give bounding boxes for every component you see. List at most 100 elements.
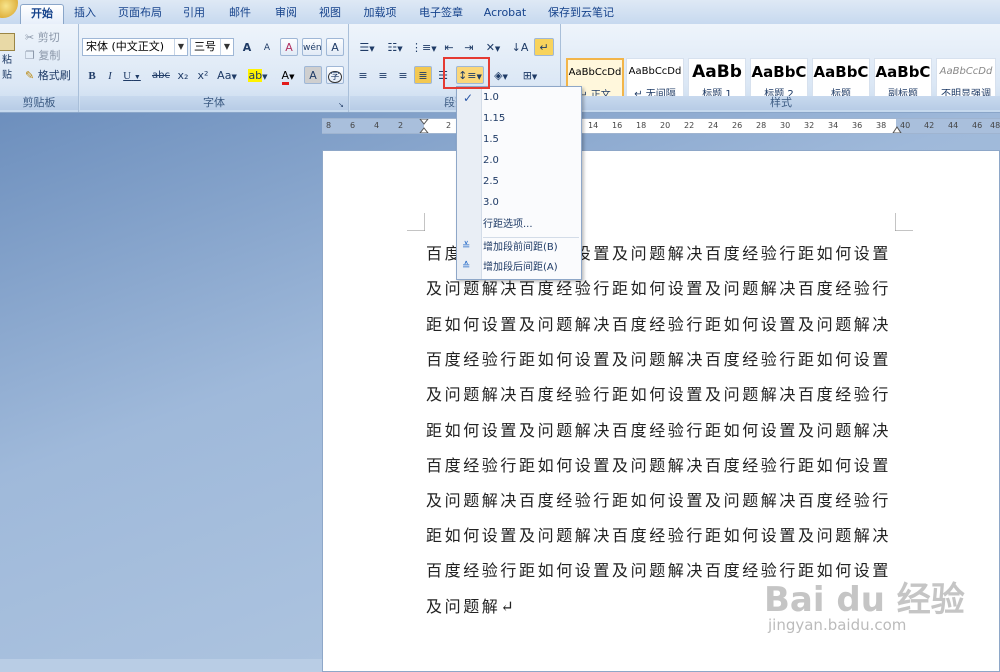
increase-indent-button[interactable]: ⇥	[460, 38, 478, 56]
chevron-down-icon[interactable]: ▼	[231, 73, 236, 81]
char-shading-button[interactable]: A	[304, 66, 322, 84]
tab-mailings[interactable]: 邮件	[222, 4, 258, 24]
format-painter-button[interactable]: ✎ 格式刷	[24, 66, 76, 84]
shrink-font-button[interactable]: A	[258, 38, 276, 56]
chevron-down-icon[interactable]: ▼	[495, 45, 500, 53]
document-line[interactable]: 距如何设置及问题解决百度经验行距如何设置及问题解决	[426, 311, 891, 335]
tab-addins[interactable]: 加载项	[356, 4, 404, 24]
chevron-down-icon[interactable]: ▼	[134, 73, 141, 81]
increase-indent-icon: ⇥	[464, 41, 474, 54]
add-space-before-item[interactable]: 增加段前间距(B)	[483, 238, 579, 258]
copy-button[interactable]: ❐ 复制	[24, 46, 74, 64]
tab-home[interactable]: 开始	[20, 4, 64, 25]
indent-marker-icon[interactable]	[418, 118, 430, 134]
phonetic-guide-button[interactable]: wén	[302, 38, 322, 56]
grow-font-button[interactable]: A	[238, 38, 256, 56]
font-group: 宋体 (中文正文) ▼ 三号 ▼ A A A wén A B I U ▼ abc x…	[80, 24, 349, 112]
style-sample: AaBbCcDd	[628, 66, 682, 77]
decrease-indent-button[interactable]: ⇤	[440, 38, 458, 56]
align-center-button[interactable]: ≡	[374, 66, 392, 84]
document-line[interactable]: 及问题解↵	[426, 593, 516, 617]
ruler-number: 26	[732, 121, 743, 130]
right-indent-marker-icon	[892, 126, 902, 134]
clear-format-button[interactable]: A	[280, 38, 298, 56]
ribbon-tab-bar: 开始 插入 页面布局 引用 邮件 审阅 视图 加载项 电子签章 Acrobat …	[0, 0, 1000, 25]
right-indent-marker-icon[interactable]	[892, 125, 902, 134]
borders-button[interactable]: ⊞▼	[516, 66, 544, 84]
line-spacing-option[interactable]: 1.0	[483, 88, 579, 108]
superscript-icon: x²	[197, 69, 209, 82]
line-spacing-option[interactable]: 2.5	[483, 172, 579, 192]
document-line[interactable]: 及问题解决百度经验行距如何设置及问题解决百度经验行	[426, 381, 891, 405]
horizontal-ruler[interactable]: 8 6 4 2 2 14 16 18 20 22 24 26 28 30 32 …	[322, 118, 1000, 134]
tab-insert[interactable]: 插入	[66, 4, 104, 24]
enclose-char-button[interactable]: 字	[326, 66, 344, 84]
align-left-icon: ≡	[358, 69, 368, 82]
ruler-number: 48	[990, 121, 1000, 130]
tab-view[interactable]: 视图	[312, 4, 348, 24]
subscript-button[interactable]: x₂	[174, 66, 192, 84]
chevron-down-icon[interactable]: ▼	[397, 45, 402, 53]
align-left-button[interactable]: ≡	[354, 66, 372, 84]
strikethrough-button[interactable]: abc	[150, 66, 172, 84]
paste-button[interactable]: 粘贴	[0, 30, 16, 84]
font-name-combo[interactable]: 宋体 (中文正文) ▼	[82, 38, 188, 56]
chevron-down-icon[interactable]: ▼	[262, 73, 267, 81]
border-icon: ⊞	[522, 69, 532, 82]
bullets-button[interactable]: ☰▼	[354, 38, 380, 56]
line-spacing-option[interactable]: 2.0	[483, 151, 579, 171]
style-sample: AaBbC	[875, 63, 931, 81]
chevron-down-icon[interactable]: ▼	[289, 73, 294, 81]
ruler-number: 14	[588, 121, 599, 130]
add-space-after-item[interactable]: 增加段后间距(A)	[483, 258, 579, 278]
chevron-down-icon[interactable]: ▼	[220, 39, 233, 55]
sort-button[interactable]: ↓A	[510, 38, 530, 56]
document-line[interactable]: 及问题解决百度经验行距如何设置及问题解决百度经验行	[426, 487, 891, 511]
document-line[interactable]: 距如何设置及问题解决百度经验行距如何设置及问题解决	[426, 522, 891, 546]
ruler-number: 28	[756, 121, 767, 130]
tab-acrobat[interactable]: Acrobat	[480, 4, 530, 24]
shading-button[interactable]: ◈▼	[488, 66, 514, 84]
justify-button[interactable]: ≣	[414, 66, 432, 84]
show-marks-button[interactable]: ↵	[534, 38, 554, 56]
tab-review[interactable]: 审阅	[268, 4, 304, 24]
font-size-combo[interactable]: 三号 ▼	[190, 38, 234, 56]
font-size-value: 三号	[194, 40, 216, 53]
tab-references[interactable]: 引用	[176, 4, 212, 24]
char-border-button[interactable]: A	[326, 38, 344, 56]
line-spacing-option[interactable]: 1.15	[483, 109, 579, 129]
font-color-button[interactable]: A▼	[276, 66, 300, 85]
char-border-icon: A	[331, 41, 339, 54]
dialog-launcher-icon[interactable]: ↘	[338, 101, 346, 109]
chevron-down-icon[interactable]: ▼	[503, 73, 508, 81]
superscript-button[interactable]: x²	[194, 66, 212, 84]
chevron-down-icon[interactable]: ▼	[431, 45, 436, 53]
line-spacing-option[interactable]: 1.5	[483, 130, 579, 150]
document-line[interactable]: 百度经验行距如何设置及问题解决百度经验行距如何设置	[426, 346, 891, 370]
change-case-button[interactable]: Aa▼	[214, 66, 240, 84]
italic-button[interactable]: I	[102, 66, 118, 84]
tab-page-layout[interactable]: 页面布局	[112, 4, 168, 24]
numbering-button[interactable]: ☷▼	[382, 38, 408, 56]
chevron-down-icon[interactable]: ▼	[369, 45, 374, 53]
line-spacing-option[interactable]: 3.0	[483, 193, 579, 213]
cut-button[interactable]: ✂ 剪切	[24, 28, 74, 46]
highlight-color-button[interactable]: ab▼	[244, 66, 272, 84]
styles-group: AaBbCcDd↵ 正文 AaBbCcDd↵ 无间隔 AaBb标题 1 AaBb…	[562, 24, 1000, 112]
tab-save-to-cloud-notes[interactable]: 保存到云笔记	[540, 4, 622, 24]
baidu-watermark: Bai du 经验 jingyan.baidu.com	[760, 572, 1000, 652]
chevron-down-icon[interactable]: ▼	[532, 73, 537, 81]
tab-e-signature[interactable]: 电子签章	[412, 4, 470, 24]
line-spacing-options-item[interactable]: 行距选项...	[483, 215, 579, 235]
subscript-icon: x₂	[177, 69, 189, 82]
office-button[interactable]	[0, 0, 18, 18]
chevron-down-icon[interactable]: ▼	[174, 39, 187, 55]
line-spacing-menu: ✓ 1.0 1.15 1.5 2.0 2.5 3.0 行距选项... ≚ 增加段…	[456, 86, 582, 280]
multilevel-list-button[interactable]: ⋮≡▼	[410, 38, 437, 56]
chinese-layout-button[interactable]: ✕▼	[480, 38, 506, 56]
document-line[interactable]: 百度经验行距如何设置及问题解决百度经验行距如何设置	[426, 452, 891, 476]
align-right-button[interactable]: ≡	[394, 66, 412, 84]
bold-button[interactable]: B	[84, 66, 100, 84]
underline-button[interactable]: U ▼	[120, 66, 144, 84]
document-line[interactable]: 距如何设置及问题解决百度经验行距如何设置及问题解决	[426, 417, 891, 441]
